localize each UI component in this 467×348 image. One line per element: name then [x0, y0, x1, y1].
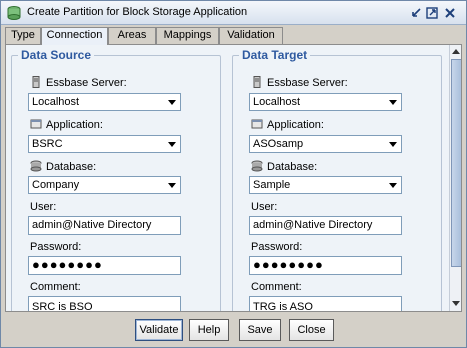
tab-type[interactable]: Type: [5, 27, 41, 44]
data-target-group: Data Target Essbase Server: Localhost Ap…: [232, 48, 442, 311]
tab-validation[interactable]: Validation: [219, 27, 283, 44]
chevron-down-icon: [168, 183, 176, 188]
scroll-down-icon[interactable]: [452, 301, 460, 306]
help-button[interactable]: Help: [189, 319, 229, 341]
target-database-select[interactable]: Sample: [249, 176, 402, 194]
validate-button[interactable]: Validate: [135, 319, 183, 341]
target-server-select[interactable]: Localhost: [249, 93, 402, 111]
tab-mappings[interactable]: Mappings: [156, 27, 219, 44]
scroll-up-icon[interactable]: [452, 49, 460, 54]
target-comment-field[interactable]: TRG is ASO: [249, 296, 402, 311]
target-user-field[interactable]: admin@Native Directory: [249, 216, 402, 235]
target-password-label: Password:: [251, 241, 303, 253]
close-icon[interactable]: [443, 6, 457, 20]
dialog-window: Create Partition for Block Storage Appli…: [0, 0, 467, 348]
target-server-label: Essbase Server:: [251, 76, 348, 89]
source-server-select[interactable]: Localhost: [28, 93, 181, 111]
button-bar: Validate Help Save Close: [1, 313, 466, 347]
target-comment-label: Comment:: [251, 281, 302, 293]
data-source-group: Data Source Essbase Server: Localhost Ap…: [11, 48, 221, 311]
server-icon: [253, 76, 261, 88]
source-database-select[interactable]: Company: [28, 176, 181, 194]
target-user-label: User:: [251, 201, 278, 213]
target-password-field[interactable]: ●●●●●●●●: [249, 256, 402, 275]
data-source-title: Data Source: [18, 48, 95, 62]
data-target-title: Data Target: [239, 48, 311, 62]
chevron-down-icon: [389, 100, 397, 105]
partition-app-icon: [7, 6, 21, 20]
source-password-label: Password:: [30, 241, 82, 253]
source-user-field[interactable]: admin@Native Directory: [28, 216, 181, 235]
source-user-label: User:: [30, 201, 57, 213]
source-database-label: Database:: [30, 160, 96, 173]
minimize-icon[interactable]: [409, 6, 423, 20]
window-title: Create Partition for Block Storage Appli…: [27, 6, 248, 18]
application-icon: [251, 119, 263, 129]
vertical-scrollbar[interactable]: [449, 45, 461, 311]
database-icon: [30, 160, 42, 172]
database-icon: [251, 160, 263, 172]
title-bar: Create Partition for Block Storage Appli…: [1, 1, 466, 25]
source-server-label: Essbase Server:: [30, 76, 127, 89]
tab-areas[interactable]: Areas: [108, 27, 156, 44]
source-application-label: Application:: [30, 118, 103, 131]
chevron-down-icon: [168, 100, 176, 105]
close-button[interactable]: Close: [289, 319, 334, 341]
server-icon: [32, 76, 40, 88]
chevron-down-icon: [389, 183, 397, 188]
source-comment-field[interactable]: SRC is BSO: [28, 296, 181, 311]
chevron-down-icon: [168, 142, 176, 147]
save-button[interactable]: Save: [239, 319, 281, 341]
application-icon: [30, 119, 42, 129]
connection-panel: Data Source Essbase Server: Localhost Ap…: [5, 44, 462, 312]
source-application-select[interactable]: BSRC: [28, 135, 181, 153]
source-comment-label: Comment:: [30, 281, 81, 293]
tab-connection[interactable]: Connection: [41, 27, 108, 45]
maximize-icon[interactable]: [425, 6, 439, 20]
target-application-label: Application:: [251, 118, 324, 131]
target-database-label: Database:: [251, 160, 317, 173]
source-password-field[interactable]: ●●●●●●●●: [28, 256, 181, 275]
chevron-down-icon: [389, 142, 397, 147]
target-application-select[interactable]: ASOsamp: [249, 135, 402, 153]
scrollbar-thumb[interactable]: [451, 59, 461, 267]
